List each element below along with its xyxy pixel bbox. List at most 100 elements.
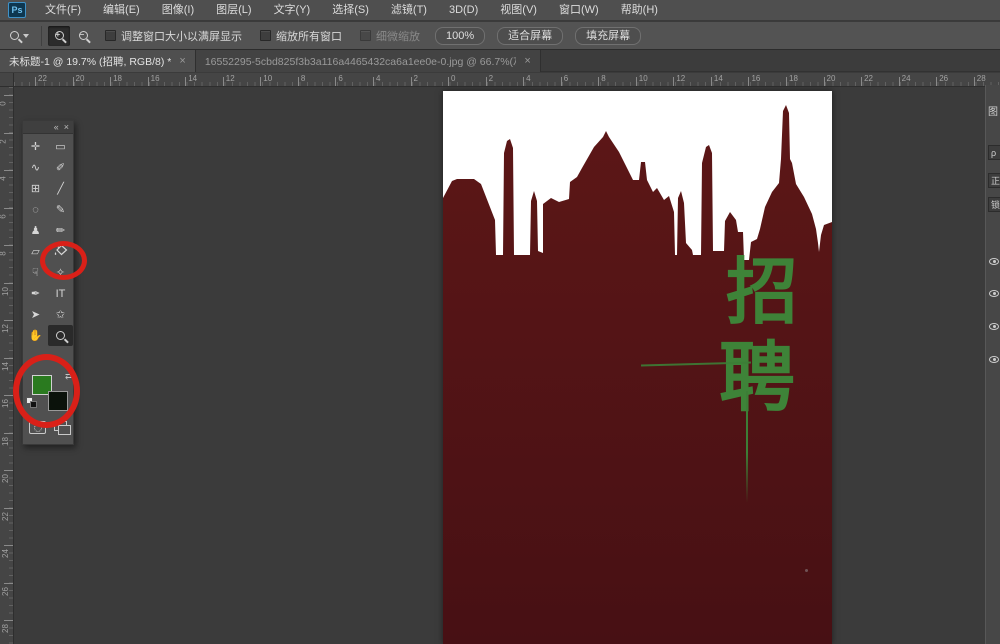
magnifier-icon bbox=[10, 31, 19, 40]
ruler-label: 16 bbox=[1, 399, 10, 408]
menu-item[interactable]: 文件(F) bbox=[34, 0, 92, 21]
canvas[interactable]: 招 聘 bbox=[443, 91, 832, 644]
option-checkbox[interactable]: 调整窗口大小以满屏显示 bbox=[105, 28, 242, 44]
collapse-panel-icon[interactable]: ‹‹ bbox=[54, 122, 58, 132]
close-panel-icon[interactable]: × bbox=[64, 122, 69, 132]
layer-visibility-eye-icon[interactable] bbox=[989, 356, 999, 363]
paint-bucket-tool-icon bbox=[53, 244, 68, 260]
quick-selection-tool[interactable]: ✐ bbox=[48, 157, 73, 178]
type-tool[interactable]: IT bbox=[48, 283, 73, 304]
ruler-tick bbox=[373, 77, 374, 86]
ruler-label: 0 bbox=[0, 101, 8, 105]
zoom-out-button[interactable]: − bbox=[72, 26, 94, 46]
hand-tool[interactable]: ✋ bbox=[23, 325, 48, 346]
close-tab-icon[interactable]: × bbox=[524, 55, 530, 67]
layers-panel-partial-text: ρ bbox=[988, 145, 1000, 160]
dodge-tool[interactable]: ✧ bbox=[48, 262, 73, 283]
menu-item[interactable]: 编辑(E) bbox=[92, 0, 151, 21]
screen-mode-button[interactable] bbox=[54, 421, 67, 431]
smudge-tool[interactable]: ☟ bbox=[23, 262, 48, 283]
ruler-label: 28 bbox=[977, 74, 986, 83]
tools-panel-header: ‹‹ × bbox=[23, 121, 73, 134]
path-selection-tool[interactable]: ➤ bbox=[23, 304, 48, 325]
close-tab-icon[interactable]: × bbox=[179, 55, 185, 67]
options-button[interactable]: 100% bbox=[435, 27, 485, 45]
dodge-tool-icon: ✧ bbox=[56, 266, 65, 279]
crop-tool[interactable]: ⊞ bbox=[23, 178, 48, 199]
ruler-tick bbox=[673, 77, 674, 86]
ruler-tick bbox=[185, 77, 186, 86]
lasso-tool[interactable]: ∿ bbox=[23, 157, 48, 178]
clone-stamp-tool[interactable]: ♟ bbox=[23, 220, 48, 241]
eraser-tool[interactable]: ▱ bbox=[23, 241, 48, 262]
menu-item[interactable]: 图像(I) bbox=[151, 0, 205, 21]
option-checkbox-label: 调整窗口大小以满屏显示 bbox=[121, 28, 242, 44]
menu-item[interactable]: 窗口(W) bbox=[548, 0, 610, 21]
swap-colors-icon[interactable]: ⇄ bbox=[65, 371, 73, 382]
layers-panel-partial-text: 正 bbox=[988, 173, 1000, 188]
pen-tool[interactable]: ✒ bbox=[23, 283, 48, 304]
background-color-swatch[interactable] bbox=[48, 391, 68, 411]
paint-bucket-tool[interactable] bbox=[48, 241, 73, 262]
ruler-tick bbox=[523, 77, 524, 86]
ruler-label: 4 bbox=[0, 176, 8, 180]
option-checkbox-label: 缩放所有窗口 bbox=[276, 28, 342, 44]
ruler-label: 10 bbox=[639, 74, 648, 83]
ruler-label: 6 bbox=[0, 214, 8, 218]
move-tool[interactable]: ✛ bbox=[23, 136, 48, 157]
ruler-label: 2 bbox=[414, 74, 418, 83]
ruler-tick bbox=[636, 77, 637, 86]
zoom-tool-icon bbox=[56, 331, 65, 340]
healing-brush-tool[interactable]: ◌ bbox=[23, 199, 48, 220]
ruler-tick bbox=[561, 77, 562, 86]
ruler-tick bbox=[936, 77, 937, 86]
tools-panel-bottom bbox=[23, 417, 75, 443]
ruler-label: 26 bbox=[939, 74, 948, 83]
history-brush-tool[interactable]: ✏ bbox=[48, 220, 73, 241]
menu-item[interactable]: 文字(Y) bbox=[263, 0, 322, 21]
marquee-tool[interactable]: ▭ bbox=[48, 136, 73, 157]
clone-stamp-tool-icon: ♟ bbox=[31, 224, 41, 237]
option-checkbox[interactable]: 缩放所有窗口 bbox=[260, 28, 342, 44]
layer-visibility-eye-icon[interactable] bbox=[989, 323, 999, 330]
menu-item[interactable]: 3D(D) bbox=[438, 0, 489, 21]
pen-tool-icon: ✒ bbox=[31, 287, 40, 300]
quick-selection-tool-icon: ✐ bbox=[56, 161, 65, 174]
shape-tool[interactable]: ✩ bbox=[48, 304, 73, 325]
lasso-tool-icon: ∿ bbox=[31, 161, 40, 174]
document-tab[interactable]: 16552295-5cbd825f3b3a116a4465432ca6a1ee0… bbox=[196, 50, 541, 72]
crop-tool-icon: ⊞ bbox=[31, 182, 40, 195]
layer-visibility-eye-icon[interactable] bbox=[989, 258, 999, 265]
history-brush-tool-icon: ✏ bbox=[56, 224, 65, 237]
zoom-in-button[interactable]: + bbox=[48, 26, 70, 46]
menu-item[interactable]: 图层(L) bbox=[205, 0, 262, 21]
ruler-tick bbox=[598, 77, 599, 86]
options-button[interactable]: 适合屏幕 bbox=[497, 27, 563, 45]
ruler-label: 18 bbox=[1, 437, 10, 446]
menu-item[interactable]: 视图(V) bbox=[489, 0, 548, 21]
ruler-tick bbox=[4, 620, 13, 621]
ruler-tick bbox=[148, 77, 149, 86]
menu-bar: Ps 文件(F)编辑(E)图像(I)图层(L)文字(Y)选择(S)滤镜(T)3D… bbox=[0, 0, 1000, 21]
ruler-label: 26 bbox=[1, 587, 10, 596]
menu-item[interactable]: 帮助(H) bbox=[610, 0, 669, 21]
ruler-tick bbox=[448, 77, 449, 86]
menu-item[interactable]: 滤镜(T) bbox=[380, 0, 438, 21]
menu-item[interactable]: 选择(S) bbox=[321, 0, 380, 21]
quick-mask-mode-button[interactable] bbox=[29, 421, 46, 434]
ruler-tick bbox=[486, 77, 487, 86]
zoom-tool-preset-dropdown[interactable] bbox=[0, 31, 35, 40]
ruler-tick bbox=[35, 77, 36, 86]
brush-tool[interactable]: ✎ bbox=[48, 199, 73, 220]
document-tab[interactable]: 未标题-1 @ 19.7% (招聘, RGB/8) *× bbox=[0, 50, 196, 72]
ruler-label: 14 bbox=[188, 74, 197, 83]
eyedropper-tool[interactable]: ╱ bbox=[48, 178, 73, 199]
layer-visibility-eye-icon[interactable] bbox=[989, 290, 999, 297]
zoom-tool[interactable] bbox=[48, 325, 73, 346]
options-button[interactable]: 填充屏幕 bbox=[575, 27, 641, 45]
ruler-label: 2 bbox=[489, 74, 493, 83]
layers-panel-partial-text: 图 bbox=[988, 103, 998, 118]
photoshop-logo-icon: Ps bbox=[8, 2, 26, 18]
default-colors-icon[interactable] bbox=[26, 397, 38, 409]
checkbox-icon bbox=[105, 30, 116, 41]
